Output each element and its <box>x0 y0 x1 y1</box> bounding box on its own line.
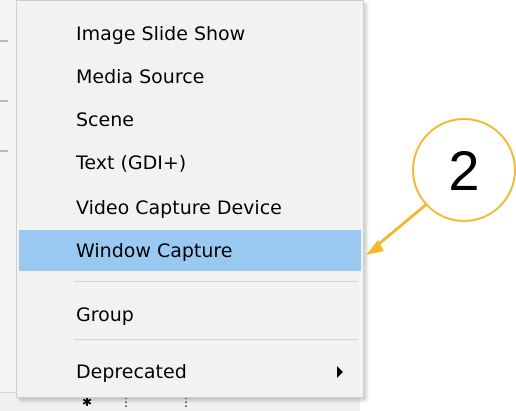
step-number: 2 <box>448 138 480 202</box>
step-callout-circle: 2 <box>412 118 516 222</box>
